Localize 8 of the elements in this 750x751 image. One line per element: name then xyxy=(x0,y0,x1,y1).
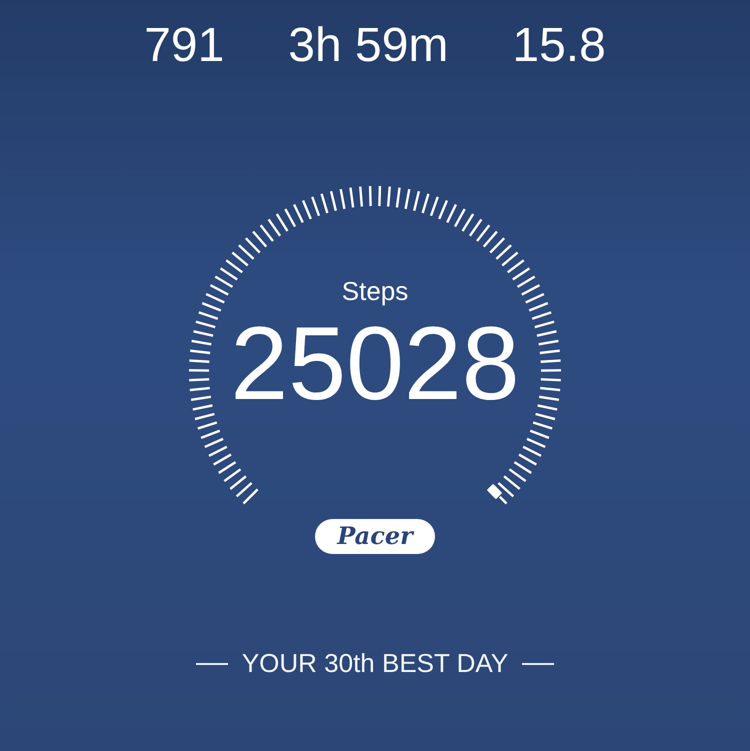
best-day-rank: YOUR 30th BEST DAY xyxy=(242,648,508,679)
steps-count: 25028 xyxy=(230,309,520,419)
progress-marker xyxy=(486,482,504,500)
stat-value: 15.8 xyxy=(512,18,606,74)
stat-value: 3h 59m xyxy=(288,18,448,74)
steps-label: Steps xyxy=(342,276,408,307)
stat-value: 791 xyxy=(144,18,224,74)
pacer-logo: Pacer xyxy=(315,519,435,554)
